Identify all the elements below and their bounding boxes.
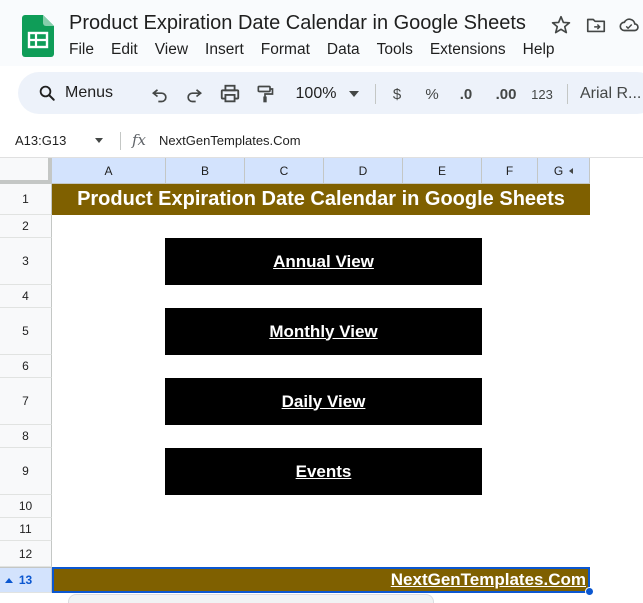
- row-header-9[interactable]: 9: [0, 448, 52, 495]
- increase-decimal-button[interactable]: .00: [492, 83, 520, 105]
- menu-format[interactable]: Format: [261, 41, 310, 59]
- column-header-c[interactable]: C: [245, 158, 324, 184]
- monthly-view-button[interactable]: Monthly View: [165, 308, 482, 355]
- row-header-1[interactable]: 1: [0, 184, 52, 215]
- row-header-10[interactable]: 10: [0, 495, 52, 518]
- menu-data[interactable]: Data: [327, 41, 360, 59]
- footer-link-banner[interactable]: NextGenTemplates.Com: [52, 567, 590, 593]
- font-select[interactable]: Arial R...: [580, 83, 643, 105]
- menu-view[interactable]: View: [155, 41, 188, 59]
- horizontal-scrollbar[interactable]: [68, 594, 434, 603]
- document-title[interactable]: Product Expiration Date Calendar in Goog…: [69, 12, 526, 35]
- select-all-corner[interactable]: [0, 158, 52, 184]
- formula-input[interactable]: NextGenTemplates.Com: [159, 133, 301, 148]
- percent-format-button[interactable]: %: [423, 83, 441, 105]
- collapse-up-icon[interactable]: [5, 578, 13, 583]
- column-header-a[interactable]: A: [52, 158, 166, 184]
- sheets-logo-icon[interactable]: [22, 15, 54, 57]
- name-box-dropdown-icon[interactable]: [95, 138, 103, 143]
- selection-fill-handle[interactable]: [585, 587, 594, 596]
- row-header-3[interactable]: 3: [0, 238, 52, 285]
- sheet-cells[interactable]: Product Expiration Date Calendar in Goog…: [52, 184, 590, 603]
- menu-extensions[interactable]: Extensions: [430, 41, 506, 59]
- column-header-g-label: G: [553, 163, 564, 178]
- column-header-g[interactable]: G: [538, 158, 590, 184]
- column-header-f[interactable]: F: [482, 158, 538, 184]
- zoom-select[interactable]: 100%: [294, 83, 338, 105]
- formula-bar: A13:G13 fx NextGenTemplates.Com: [0, 124, 643, 158]
- redo-icon[interactable]: [184, 83, 204, 105]
- events-button[interactable]: Events: [165, 448, 482, 495]
- menus-label: Menus: [65, 84, 114, 101]
- paint-format-icon[interactable]: [255, 83, 275, 105]
- fx-icon: fx: [132, 131, 147, 149]
- row-header-4[interactable]: 4: [0, 285, 52, 308]
- menu-insert[interactable]: Insert: [205, 41, 244, 59]
- row-header-13-label: 13: [18, 573, 33, 587]
- column-header-e[interactable]: E: [403, 158, 482, 184]
- menu-edit[interactable]: Edit: [111, 41, 138, 59]
- row-header-13[interactable]: 13: [0, 567, 52, 593]
- row-header-12[interactable]: 12: [0, 541, 52, 567]
- column-header-d[interactable]: D: [324, 158, 403, 184]
- row-header-5[interactable]: 5: [0, 308, 52, 355]
- name-box[interactable]: A13:G13: [15, 133, 66, 148]
- title-bar: Product Expiration Date Calendar in Goog…: [0, 0, 643, 66]
- currency-format-button[interactable]: $: [390, 83, 404, 105]
- row-header-2[interactable]: 2: [0, 215, 52, 238]
- menu-file[interactable]: File: [69, 41, 94, 59]
- scroll-left-icon[interactable]: [569, 167, 574, 174]
- row-header-11[interactable]: 11: [0, 518, 52, 541]
- grid-right-gutter: [590, 184, 643, 603]
- print-icon[interactable]: [219, 83, 241, 105]
- row-header-8[interactable]: 8: [0, 425, 52, 448]
- sheet-title-banner[interactable]: Product Expiration Date Calendar in Goog…: [52, 184, 590, 215]
- row-header-6[interactable]: 6: [0, 355, 52, 378]
- star-icon[interactable]: [550, 14, 572, 36]
- toolbar-divider: [567, 84, 568, 104]
- menu-tools[interactable]: Tools: [377, 41, 413, 59]
- search-icon: [39, 85, 55, 101]
- row-header-7[interactable]: 7: [0, 378, 52, 425]
- spreadsheet-grid: A B C D E F G 1 2 3 4 5 6 7 8 9 10 11 12…: [0, 158, 643, 603]
- menu-bar: File Edit View Insert Format Data Tools …: [69, 41, 572, 59]
- chevron-down-icon: [349, 91, 359, 97]
- decrease-decimal-button[interactable]: .0: [455, 83, 477, 105]
- more-formats-button[interactable]: 123: [529, 83, 555, 105]
- formula-divider: [120, 132, 121, 150]
- zoom-dropdown[interactable]: [349, 83, 359, 105]
- menus-search-button[interactable]: Menus: [28, 78, 141, 108]
- undo-icon[interactable]: [150, 83, 170, 105]
- move-folder-icon[interactable]: [585, 14, 607, 36]
- toolbar: Menus 100% $ % .0 .00 123 Arial R...: [18, 72, 643, 114]
- menu-help[interactable]: Help: [523, 41, 555, 59]
- column-header-b[interactable]: B: [166, 158, 245, 184]
- annual-view-button[interactable]: Annual View: [165, 238, 482, 285]
- cloud-status-icon[interactable]: [618, 14, 640, 36]
- toolbar-divider: [375, 84, 376, 104]
- daily-view-button[interactable]: Daily View: [165, 378, 482, 425]
